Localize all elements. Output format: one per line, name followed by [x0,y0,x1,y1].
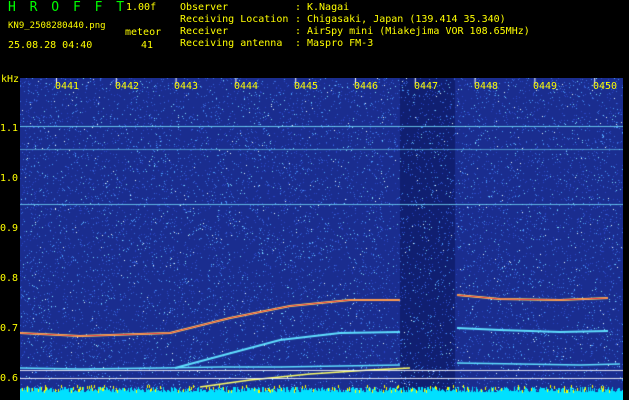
y-tick-label: 0.8 [0,273,19,284]
y-tick-label: 0.9 [0,223,19,234]
info-value: Chigasaki, Japan (139.414 35.340) [307,14,506,25]
count-label: 41 [141,40,154,51]
time-tick-label: 0449 [533,81,558,92]
info-label: Observer [180,2,229,13]
info-colon: : [295,38,302,49]
info-value: AirSpy mini (Miakejima VOR 108.65MHz) [307,26,530,37]
frequency-unit-label: kHz [1,74,20,85]
time-tick-label: 0446 [354,81,379,92]
time-tick-label: 0447 [414,81,439,92]
app-brand: H R O F F T [8,0,128,15]
info-colon: : [295,2,302,13]
time-tick-label: 0450 [593,81,618,92]
version-label: 1.00f [126,2,157,13]
time-tick-label: 0442 [115,81,140,92]
time-tick-label: 0444 [234,81,259,92]
time-tick-label: 0443 [174,81,199,92]
time-tick-label: 0448 [474,81,499,92]
info-value: K.Nagai [307,2,350,13]
y-tick-label: 1.0 [0,173,19,184]
info-label: Receiving Location [180,14,289,25]
time-tick-label: 0445 [294,81,319,92]
y-tick-label: 1.1 [0,123,19,134]
info-label: Receiver [180,26,229,37]
y-tick-label: 0.6 [0,373,19,384]
datetime-label: 25.08.28 04:40 [8,40,93,51]
station-label: meteor [125,27,162,38]
info-label: Receiving antenna [180,38,283,49]
y-tick-label: 0.7 [0,323,19,334]
spectrogram-canvas [20,78,623,400]
info-colon: : [295,14,302,25]
info-value: Maspro FM-3 [307,38,374,49]
filename-label: KN9_2508280440.png [8,21,106,31]
time-tick-label: 0441 [55,81,80,92]
info-colon: : [295,26,302,37]
